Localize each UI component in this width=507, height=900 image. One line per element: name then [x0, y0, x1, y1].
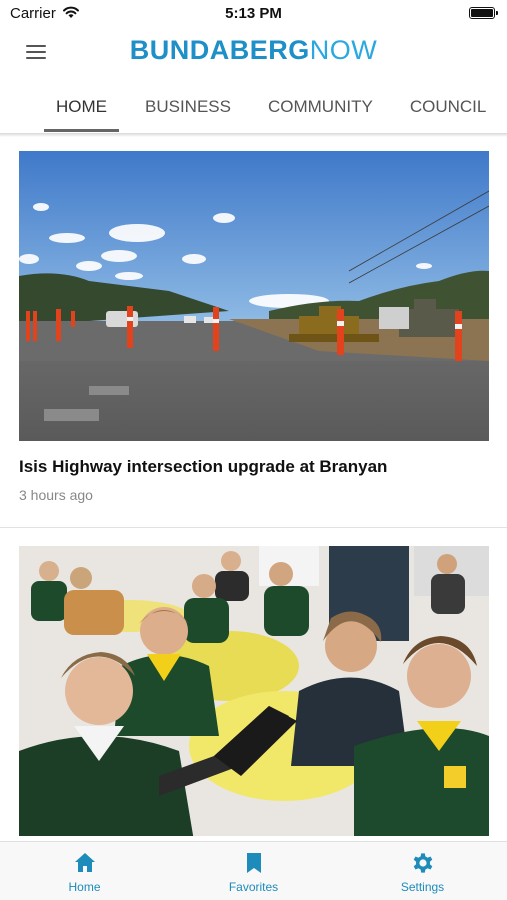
bottom-tab-bar: Home Favorites Settings — [0, 841, 507, 900]
tab-bar-home[interactable]: Home — [0, 842, 169, 900]
tab-bar-home-label[interactable]: Home — [0, 880, 169, 894]
news-feed[interactable]: Isis Highway intersection upgrade at Bra… — [0, 137, 507, 841]
home-icon[interactable] — [73, 851, 97, 875]
bookmark-icon[interactable] — [242, 851, 266, 875]
students-classroom-photo[interactable] — [19, 546, 489, 836]
card-divider — [0, 527, 507, 528]
tab-bar-settings-label[interactable]: Settings — [338, 880, 507, 894]
logo-light-text: NOW — [309, 35, 378, 65]
article-time: 3 hours ago — [19, 487, 93, 503]
section-tabs: HOME BUSINESS COMMUNITY COUNCIL — [0, 78, 507, 134]
status-time: 5:13 PM — [225, 5, 282, 22]
logo-bold-text: BUNDABERG — [129, 35, 310, 65]
battery-icon — [469, 7, 498, 19]
status-bar: Carrier 5:13 PM — [0, 0, 507, 28]
tab-bar-favorites[interactable]: Favorites — [169, 842, 338, 900]
app-logo: BUNDABERGNOW — [0, 35, 507, 66]
app-header: BUNDABERGNOW — [0, 28, 507, 76]
tab-bar-settings[interactable]: Settings — [338, 842, 507, 900]
tab-home[interactable]: HOME — [44, 78, 119, 134]
gear-icon[interactable] — [411, 851, 435, 875]
roadworks-photo[interactable] — [19, 151, 489, 441]
article-title[interactable]: Isis Highway intersection upgrade at Bra… — [19, 457, 387, 477]
tab-council[interactable]: COUNCIL — [410, 78, 487, 134]
tab-community[interactable]: COMMUNITY — [268, 78, 373, 134]
tab-bar-favorites-label[interactable]: Favorites — [169, 880, 338, 894]
tab-business[interactable]: BUSINESS — [145, 78, 231, 134]
